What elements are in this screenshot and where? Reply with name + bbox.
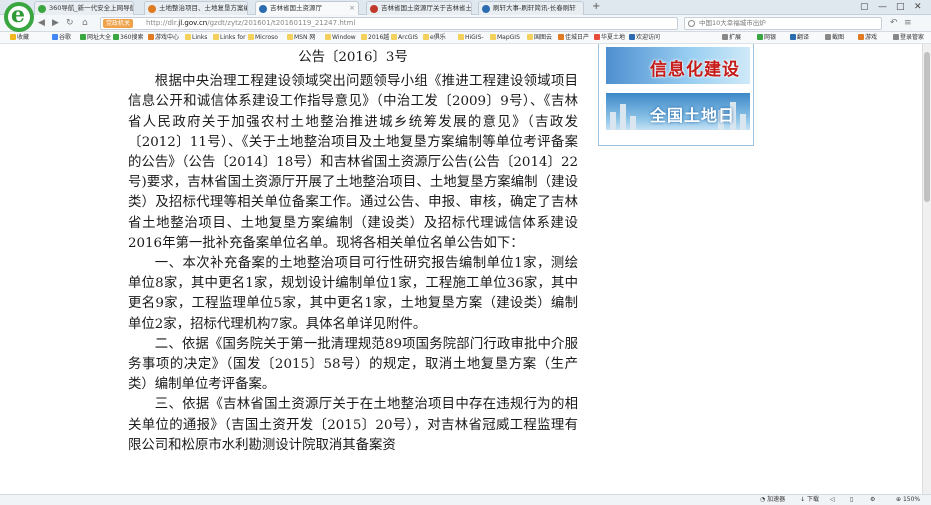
tab-favicon-icon <box>370 5 378 13</box>
article-paragraph: 二、依据《国务院关于第一批清理规范89项国务院部门行政审批中介服务事项的决定》（… <box>128 336 578 393</box>
tab-land-project[interactable]: 土地整治项目、土地复垦方案编 <box>144 1 248 15</box>
page-content: 公告〔2016〕3号 根据中央治理工程建设领域突出问题领导小组《推进工程建设领域… <box>0 44 922 494</box>
bookmark-item[interactable]: Microso <box>248 32 278 43</box>
tab-favicon-icon <box>38 5 46 13</box>
tab-label: 刷轩大事-刷轩简讯-长春刷轩 <box>493 4 576 12</box>
sidebar-banners: 信息化建设 全国土地日 <box>598 44 754 146</box>
minimize-button[interactable]: — <box>878 1 887 13</box>
screenshot-button[interactable]: 截图 <box>825 32 844 43</box>
bookmark-item[interactable]: Links <box>185 32 207 43</box>
bookmark-item[interactable]: 360搜索 <box>113 32 143 43</box>
tab-favicon-icon <box>259 5 267 13</box>
bookmark-item[interactable]: Links for <box>213 32 246 43</box>
forward-icon[interactable]: ▶ <box>52 17 59 29</box>
scrollbar-thumb[interactable] <box>924 52 930 202</box>
zoom-level[interactable]: ⊕ 150% <box>896 495 920 505</box>
back-icon[interactable]: ◀ <box>38 17 45 29</box>
url-text: http://dlr.jl.gov.cn/gzdt/zytz/201601/t2… <box>146 19 356 27</box>
bookmark-item[interactable]: 网址大全 <box>80 32 111 43</box>
tab-jilin-announcement[interactable]: 吉林省国土资源厅关于吉林省土地 <box>366 1 472 15</box>
gov-site-badge: 党政机关 <box>103 19 134 28</box>
browser-window: 360导航_新一代安全上网导航 土地整治项目、土地复垦方案编 吉林省国土资源厅 … <box>0 0 931 505</box>
banner-title: 信息化建设 <box>650 60 740 80</box>
login-manager-button[interactable]: 登录管家 <box>893 32 924 43</box>
settings-icon[interactable]: ⚙ <box>870 495 875 505</box>
bookmark-item[interactable]: HiGIS- <box>458 32 484 43</box>
bookmark-item[interactable]: 游戏中心 <box>148 32 179 43</box>
tab-strip: 360导航_新一代安全上网导航 土地整治项目、土地复垦方案编 吉林省国土资源厅 … <box>0 0 931 15</box>
article-paragraph: 根据中央治理工程建设领域突出问题领导小组《推进工程建设领域项目信息公开和诚信体系… <box>128 74 578 251</box>
bookmark-item[interactable]: 国图云 <box>527 32 552 43</box>
menu-icon[interactable]: ≡ <box>904 17 912 29</box>
bookmark-item[interactable]: ArcGIS <box>391 32 418 43</box>
extensions-button[interactable]: 扩展 <box>722 32 741 43</box>
bookmark-item[interactable]: 2016越 <box>361 32 389 43</box>
close-window-button[interactable]: ✕ <box>914 1 922 13</box>
tab-label: 土地整治项目、土地复垦方案编 <box>159 4 248 12</box>
search-placeholder: 中国10大幸福城市出炉 <box>699 19 766 27</box>
search-input[interactable]: 中国10大幸福城市出炉 <box>684 17 882 30</box>
maximize-button[interactable]: □ <box>896 1 905 13</box>
bookmarks-bar: 收藏 谷歌 网址大全 360搜索 游戏中心 Links Links for Mi… <box>0 32 931 44</box>
bookmark-item[interactable]: MapGIS <box>490 32 520 43</box>
new-tab-button[interactable]: + <box>592 0 600 14</box>
article-paragraph: 三、依据《吉林省国土资源厅关于在土地整治项目中存在违规行为的相关单位的通报》（吉… <box>128 397 578 453</box>
search-icon <box>688 20 695 27</box>
sound-icon[interactable]: ◁ <box>830 495 835 505</box>
tab-news[interactable]: 刷轩大事-刷轩简讯-长春刷轩 <box>478 1 584 15</box>
bookmark-item[interactable]: MSN 网 <box>287 32 315 43</box>
pause-icon[interactable]: ▯ <box>850 495 853 505</box>
translate-button[interactable]: 翻译 <box>790 32 809 43</box>
star-icon <box>10 34 16 40</box>
banner-title: 全国土地日 <box>650 106 736 125</box>
games-button[interactable]: 游戏 <box>858 32 877 43</box>
document-number: 公告〔2016〕3号 <box>298 50 408 65</box>
tab-label: 360导航_新一代安全上网导航 <box>49 4 134 12</box>
home-icon[interactable]: ⌂ <box>82 17 88 29</box>
download-button[interactable]: ↓ 下载 <box>800 495 819 505</box>
address-toolbar: ◀ ▶ ↻ ⌂ 党政机关 http://dlr.jl.gov.cn/gzdt/z… <box>0 15 931 32</box>
refresh-icon[interactable]: ↻ <box>66 17 74 29</box>
announcement-article: 公告〔2016〕3号 根据中央治理工程建设领域突出问题领导小组《推进工程建设领域… <box>128 48 578 456</box>
tab-jilin-land-bureau[interactable]: 吉林省国土资源厅 × <box>255 1 359 15</box>
address-input[interactable]: 党政机关 http://dlr.jl.gov.cn/gzdt/zytz/2016… <box>100 17 678 30</box>
informatization-banner[interactable]: 信息化建设 <box>606 47 750 84</box>
bookmark-item[interactable]: 欢迎访问 <box>629 32 660 43</box>
bank-button[interactable]: 网银 <box>757 32 776 43</box>
bookmark-item[interactable]: e俱乐 <box>423 32 446 43</box>
status-bar: ◔ 加速器 ↓ 下载 ◁ ▯ ⚙ ⊕ 150% <box>0 494 931 505</box>
bookmark-item[interactable]: 收藏 <box>10 32 29 43</box>
national-land-day-banner[interactable]: 全国土地日 <box>606 93 750 130</box>
accelerator-button[interactable]: ◔ 加速器 <box>760 495 785 505</box>
vertical-scrollbar[interactable] <box>922 44 931 494</box>
bookmark-item[interactable]: 谷歌 <box>52 32 71 43</box>
article-paragraph: 一、本次补充备案的土地整治项目可行性研究报告编制单位1家，测绘单位8家，其中更名… <box>128 256 578 332</box>
close-tab-icon[interactable]: × <box>349 2 355 15</box>
tab-label: 吉林省国土资源厅关于吉林省土地 <box>381 4 472 12</box>
restore-icon[interactable]: ▢ <box>860 1 869 13</box>
bookmark-item[interactable]: 华夏土地 <box>594 32 625 43</box>
download-icon: ↓ <box>800 496 807 503</box>
tab-favicon-icon <box>148 5 156 13</box>
zoom-icon: ⊕ <box>896 496 903 503</box>
tab-360-nav[interactable]: 360导航_新一代安全上网导航 <box>34 1 134 15</box>
bookmark-item[interactable]: 佳城日产 <box>558 32 589 43</box>
bookmark-item[interactable]: Window <box>325 32 356 43</box>
tab-favicon-icon <box>482 5 490 13</box>
undo-icon[interactable]: ↶ <box>890 17 898 29</box>
tab-label: 吉林省国土资源厅 <box>270 4 322 12</box>
browser-logo-icon[interactable]: e <box>4 2 34 32</box>
